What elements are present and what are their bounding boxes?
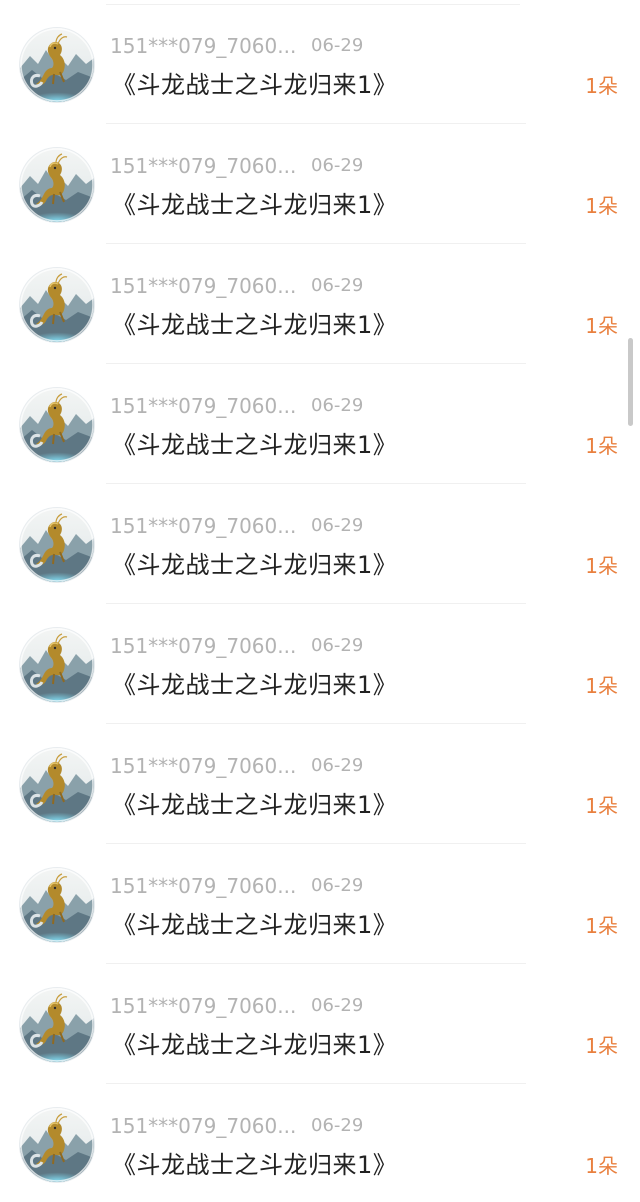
list-item[interactable]: 151***079_7060... 06-29 《斗龙战士之斗龙归来1》 1朵 [0,964,640,1084]
date-text: 06-29 [311,395,364,416]
list-item[interactable]: 151***079_7060... 06-29 《斗龙战士之斗龙归来1》 1朵 [0,604,640,724]
dragon-avatar-icon[interactable] [20,628,94,702]
dragon-avatar-icon[interactable] [20,748,94,822]
gift-count: 1朵 [585,434,618,458]
date-text: 06-29 [311,35,364,56]
work-title[interactable]: 《斗龙战士之斗龙归来1》 [112,785,397,820]
date-text: 06-29 [311,755,364,776]
list-item[interactable]: 151***079_7060... 06-29 《斗龙战士之斗龙归来1》 1朵 [0,124,640,244]
date-text: 06-29 [311,155,364,176]
username-text: 151***079_7060... [110,1114,297,1138]
username-text: 151***079_7060... [110,874,297,898]
list-item[interactable]: 151***079_7060... 06-29 《斗龙战士之斗龙归来1》 1朵 [0,1084,640,1202]
date-text: 06-29 [311,875,364,896]
gift-count: 1朵 [585,1154,618,1178]
username-text: 151***079_7060... [110,154,297,178]
username-text: 151***079_7060... [110,394,297,418]
dragon-avatar-icon[interactable] [20,508,94,582]
dragon-avatar-icon[interactable] [20,868,94,942]
username-text: 151***079_7060... [110,514,297,538]
date-text: 06-29 [311,275,364,296]
list-item[interactable]: 151***079_7060... 06-29 《斗龙战士之斗龙归来1》 1朵 [0,4,640,124]
dragon-avatar-icon[interactable] [20,388,94,462]
date-text: 06-29 [311,515,364,536]
gift-record-page: 151***079_7060... 06-29 《斗龙战士之斗龙归来1》 1朵 [0,0,640,1202]
work-title[interactable]: 《斗龙战士之斗龙归来1》 [112,185,397,220]
gift-count: 1朵 [585,914,618,938]
work-title[interactable]: 《斗龙战士之斗龙归来1》 [112,1025,397,1060]
work-title[interactable]: 《斗龙战士之斗龙归来1》 [112,545,397,580]
work-title[interactable]: 《斗龙战士之斗龙归来1》 [112,905,397,940]
work-title[interactable]: 《斗龙战士之斗龙归来1》 [112,425,397,460]
gift-count: 1朵 [585,674,618,698]
dragon-avatar-icon[interactable] [20,28,94,102]
gift-count: 1朵 [585,74,618,98]
list-item[interactable]: 151***079_7060... 06-29 《斗龙战士之斗龙归来1》 1朵 [0,484,640,604]
dragon-avatar-icon[interactable] [20,988,94,1062]
gift-record-list[interactable]: 151***079_7060... 06-29 《斗龙战士之斗龙归来1》 1朵 [0,4,640,1202]
gift-count: 1朵 [585,194,618,218]
date-text: 06-29 [311,995,364,1016]
username-text: 151***079_7060... [110,634,297,658]
list-item[interactable]: 151***079_7060... 06-29 《斗龙战士之斗龙归来1》 1朵 [0,364,640,484]
username-text: 151***079_7060... [110,34,297,58]
dragon-avatar-icon[interactable] [20,1108,94,1182]
dragon-avatar-icon[interactable] [20,148,94,222]
scrollbar[interactable] [628,338,633,426]
list-item[interactable]: 151***079_7060... 06-29 《斗龙战士之斗龙归来1》 1朵 [0,724,640,844]
list-item[interactable]: 151***079_7060... 06-29 《斗龙战士之斗龙归来1》 1朵 [0,844,640,964]
date-text: 06-29 [311,635,364,656]
work-title[interactable]: 《斗龙战士之斗龙归来1》 [112,65,397,100]
date-text: 06-29 [311,1115,364,1136]
work-title[interactable]: 《斗龙战士之斗龙归来1》 [112,1145,397,1180]
gift-count: 1朵 [585,314,618,338]
work-title[interactable]: 《斗龙战士之斗龙归来1》 [112,665,397,700]
username-text: 151***079_7060... [110,274,297,298]
gift-count: 1朵 [585,554,618,578]
username-text: 151***079_7060... [110,994,297,1018]
list-item[interactable]: 151***079_7060... 06-29 《斗龙战士之斗龙归来1》 1朵 [0,244,640,364]
gift-count: 1朵 [585,794,618,818]
gift-count: 1朵 [585,1034,618,1058]
username-text: 151***079_7060... [110,754,297,778]
dragon-avatar-icon[interactable] [20,268,94,342]
work-title[interactable]: 《斗龙战士之斗龙归来1》 [112,305,397,340]
